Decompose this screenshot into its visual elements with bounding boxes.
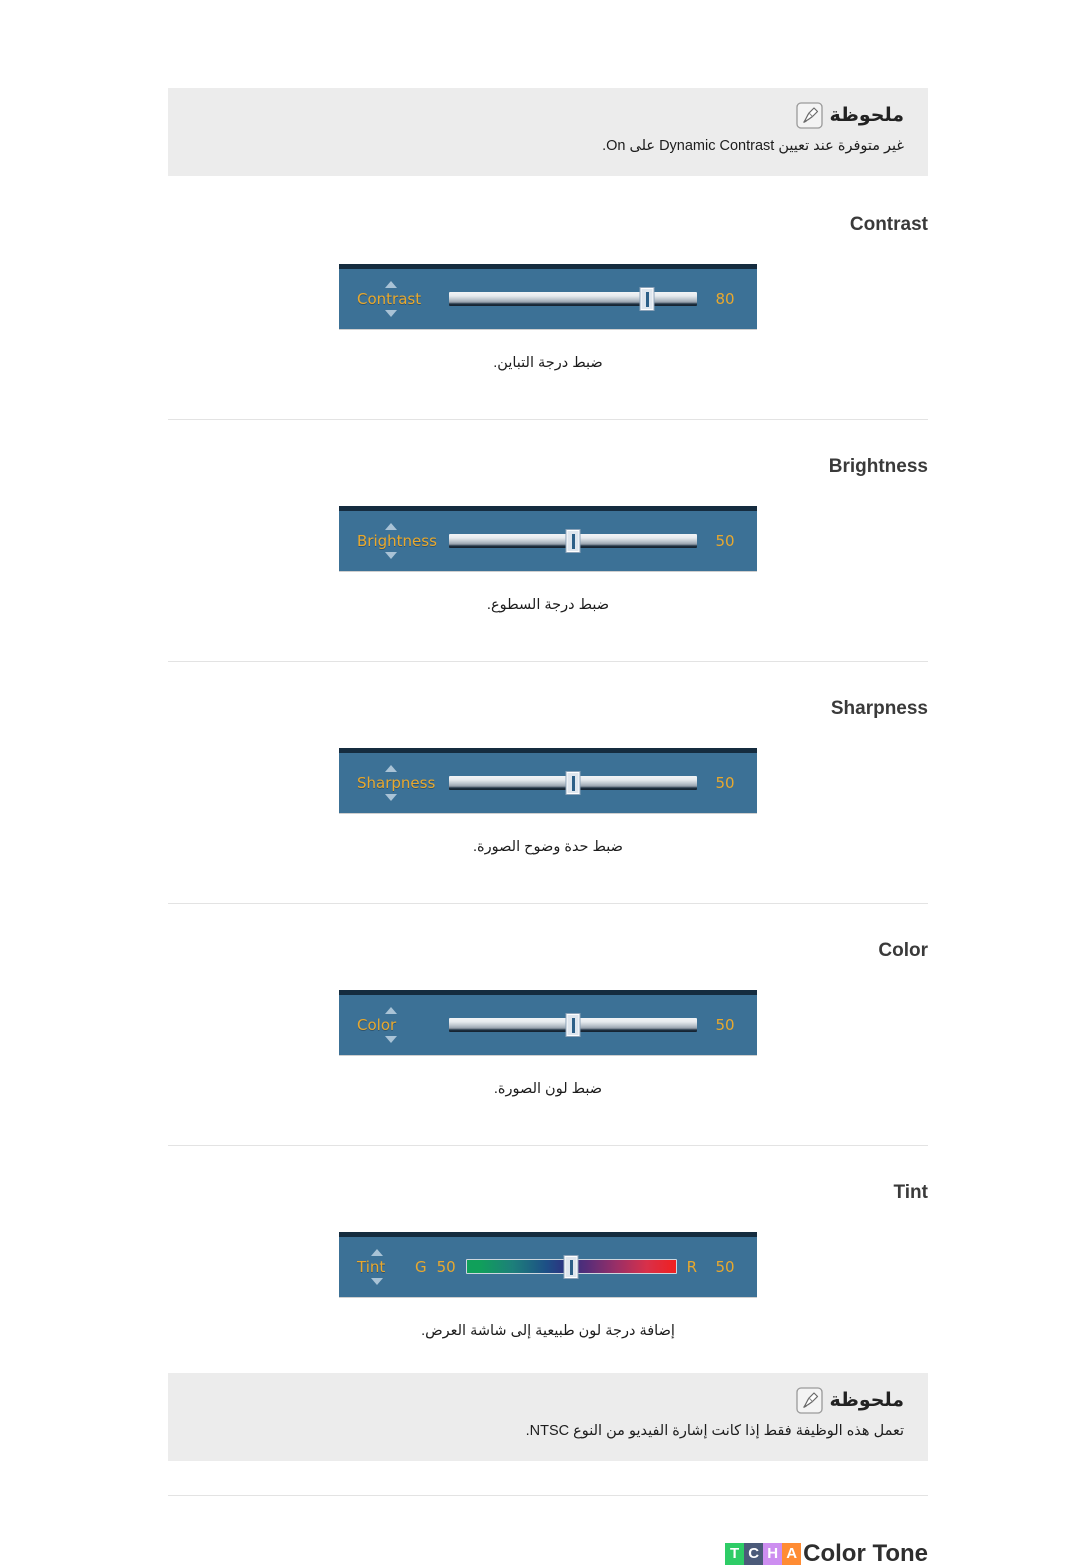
- color-tone-heading: T C H A Color Tone: [168, 1540, 928, 1568]
- note-box-top: ملحوظة غير متوفرة عند تعيين Dynamic Cont…: [168, 88, 928, 176]
- note-pen-icon: [796, 102, 824, 129]
- chevron-down-icon[interactable]: [385, 551, 397, 559]
- osd-label-color: Color: [357, 1015, 397, 1034]
- osd-label-tint: Tint: [357, 1257, 386, 1276]
- chevron-up-icon[interactable]: [385, 522, 397, 530]
- tint-red-value: 50: [715, 1257, 735, 1276]
- section-desc-sharpness: ضبط حدة وضوح الصورة.: [472, 838, 623, 855]
- chevron-up-icon[interactable]: [385, 1006, 397, 1014]
- tag-h: H: [763, 1542, 783, 1565]
- chevron-down-icon[interactable]: [385, 1035, 397, 1043]
- osd-value-color: 50: [715, 1015, 735, 1034]
- section-brightness: Brightness Brightness 50 ضبط درجة السطوع…: [168, 456, 928, 662]
- chevron-down-icon[interactable]: [371, 1277, 383, 1285]
- slider-track-brightness[interactable]: [449, 529, 697, 552]
- section-desc-tint: إضافة درجة لون طبيعية إلى شاشة العرض.: [421, 1322, 675, 1339]
- section-title-brightness: Brightness: [828, 455, 928, 477]
- note-text-top: غير متوفرة عند تعيين Dynamic Contrast عل…: [602, 138, 904, 154]
- section-title-contrast: Contrast: [849, 213, 928, 235]
- osd-value-brightness: 50: [715, 531, 735, 550]
- section-divider: [168, 1144, 928, 1146]
- osd-label-contrast: Contrast: [357, 289, 422, 308]
- section-title-sharpness: Sharpness: [830, 697, 928, 719]
- note-pen-icon: [796, 1387, 824, 1414]
- chevron-down-icon[interactable]: [385, 793, 397, 801]
- slider-track-color[interactable]: [449, 1013, 697, 1036]
- tag-c: C: [744, 1542, 764, 1565]
- osd-label-sharpness: Sharpness: [357, 773, 436, 792]
- osd-slider-sharpness[interactable]: Sharpness 50: [339, 747, 757, 813]
- section-divider: [168, 660, 928, 662]
- section-contrast: Contrast Contrast 80 ضبط درجة التباين.: [168, 214, 928, 420]
- osd-labelcol-color: Color: [357, 1006, 449, 1043]
- section-divider: [168, 418, 928, 420]
- section-divider: [168, 902, 928, 904]
- color-tone-title: Color Tone: [803, 1539, 928, 1567]
- section-title-color: Color: [878, 939, 928, 961]
- osd-slider-contrast[interactable]: Contrast 80: [339, 263, 757, 329]
- document-page: ملحوظة غير متوفرة عند تعيين Dynamic Cont…: [0, 0, 1080, 1567]
- slider-handle-sharpness[interactable]: [566, 771, 580, 794]
- section-color: Color Color 50 ضبط لون الصورة.: [168, 940, 928, 1146]
- section-desc-contrast: ضبط درجة التباين.: [493, 354, 603, 371]
- osd-slider-tint[interactable]: Tint G 50 R 50: [339, 1231, 757, 1297]
- slider-track-sharpness[interactable]: [449, 771, 697, 794]
- slider-handle-contrast[interactable]: [640, 287, 654, 310]
- section-desc-brightness: ضبط درجة السطوع.: [486, 596, 610, 613]
- osd-slider-brightness[interactable]: Brightness 50: [339, 505, 757, 571]
- slider-handle-brightness[interactable]: [566, 529, 580, 552]
- chevron-down-icon[interactable]: [385, 309, 397, 317]
- note-header-bottom: ملحوظة: [192, 1387, 904, 1414]
- chevron-up-icon[interactable]: [385, 280, 397, 288]
- osd-label-brightness: Brightness: [357, 531, 437, 550]
- tint-green-label: G: [415, 1257, 427, 1276]
- slider-track-tint[interactable]: [465, 1256, 677, 1279]
- section-sharpness: Sharpness Sharpness 50 ضبط حدة وضوح الصو…: [168, 698, 928, 904]
- note-title-bottom: ملحوظة: [829, 1389, 904, 1411]
- note-header-top: ملحوظة: [192, 102, 904, 129]
- section-divider: [168, 1494, 928, 1496]
- tint-green-value: 50: [436, 1257, 456, 1276]
- section-tint: Tint Tint G 50 R 50 إضافة درجة لون طبيعي…: [168, 1182, 928, 1339]
- osd-labelcol-contrast: Contrast: [357, 280, 449, 317]
- osd-labelcol-tint: Tint: [357, 1248, 415, 1285]
- osd-value-contrast: 80: [715, 289, 735, 308]
- osd-slider-color[interactable]: Color 50: [339, 989, 757, 1055]
- note-title-top: ملحوظة: [829, 105, 904, 126]
- page-content: ملحوظة غير متوفرة عند تعيين Dynamic Cont…: [168, 0, 928, 1568]
- tag-t: T: [725, 1542, 745, 1565]
- chevron-up-icon[interactable]: [371, 1248, 383, 1256]
- chevron-up-icon[interactable]: [385, 764, 397, 772]
- slider-handle-color[interactable]: [566, 1013, 580, 1036]
- tag-a: A: [782, 1542, 802, 1565]
- osd-labelcol-brightness: Brightness: [357, 522, 449, 559]
- section-title-tint: Tint: [893, 1181, 928, 1203]
- note-box-bottom: ملحوظة تعمل هذه الوظيفة فقط إذا كانت إشا…: [168, 1372, 928, 1461]
- section-desc-color: ضبط لون الصورة.: [493, 1080, 603, 1097]
- osd-labelcol-sharpness: Sharpness: [357, 764, 449, 801]
- slider-track-contrast[interactable]: [449, 287, 697, 310]
- slider-handle-tint[interactable]: [564, 1256, 578, 1279]
- note-text-bottom: تعمل هذه الوظيفة فقط إذا كانت إشارة الفي…: [525, 1422, 904, 1439]
- tint-red-label: R: [686, 1257, 697, 1276]
- osd-value-sharpness: 50: [715, 773, 735, 792]
